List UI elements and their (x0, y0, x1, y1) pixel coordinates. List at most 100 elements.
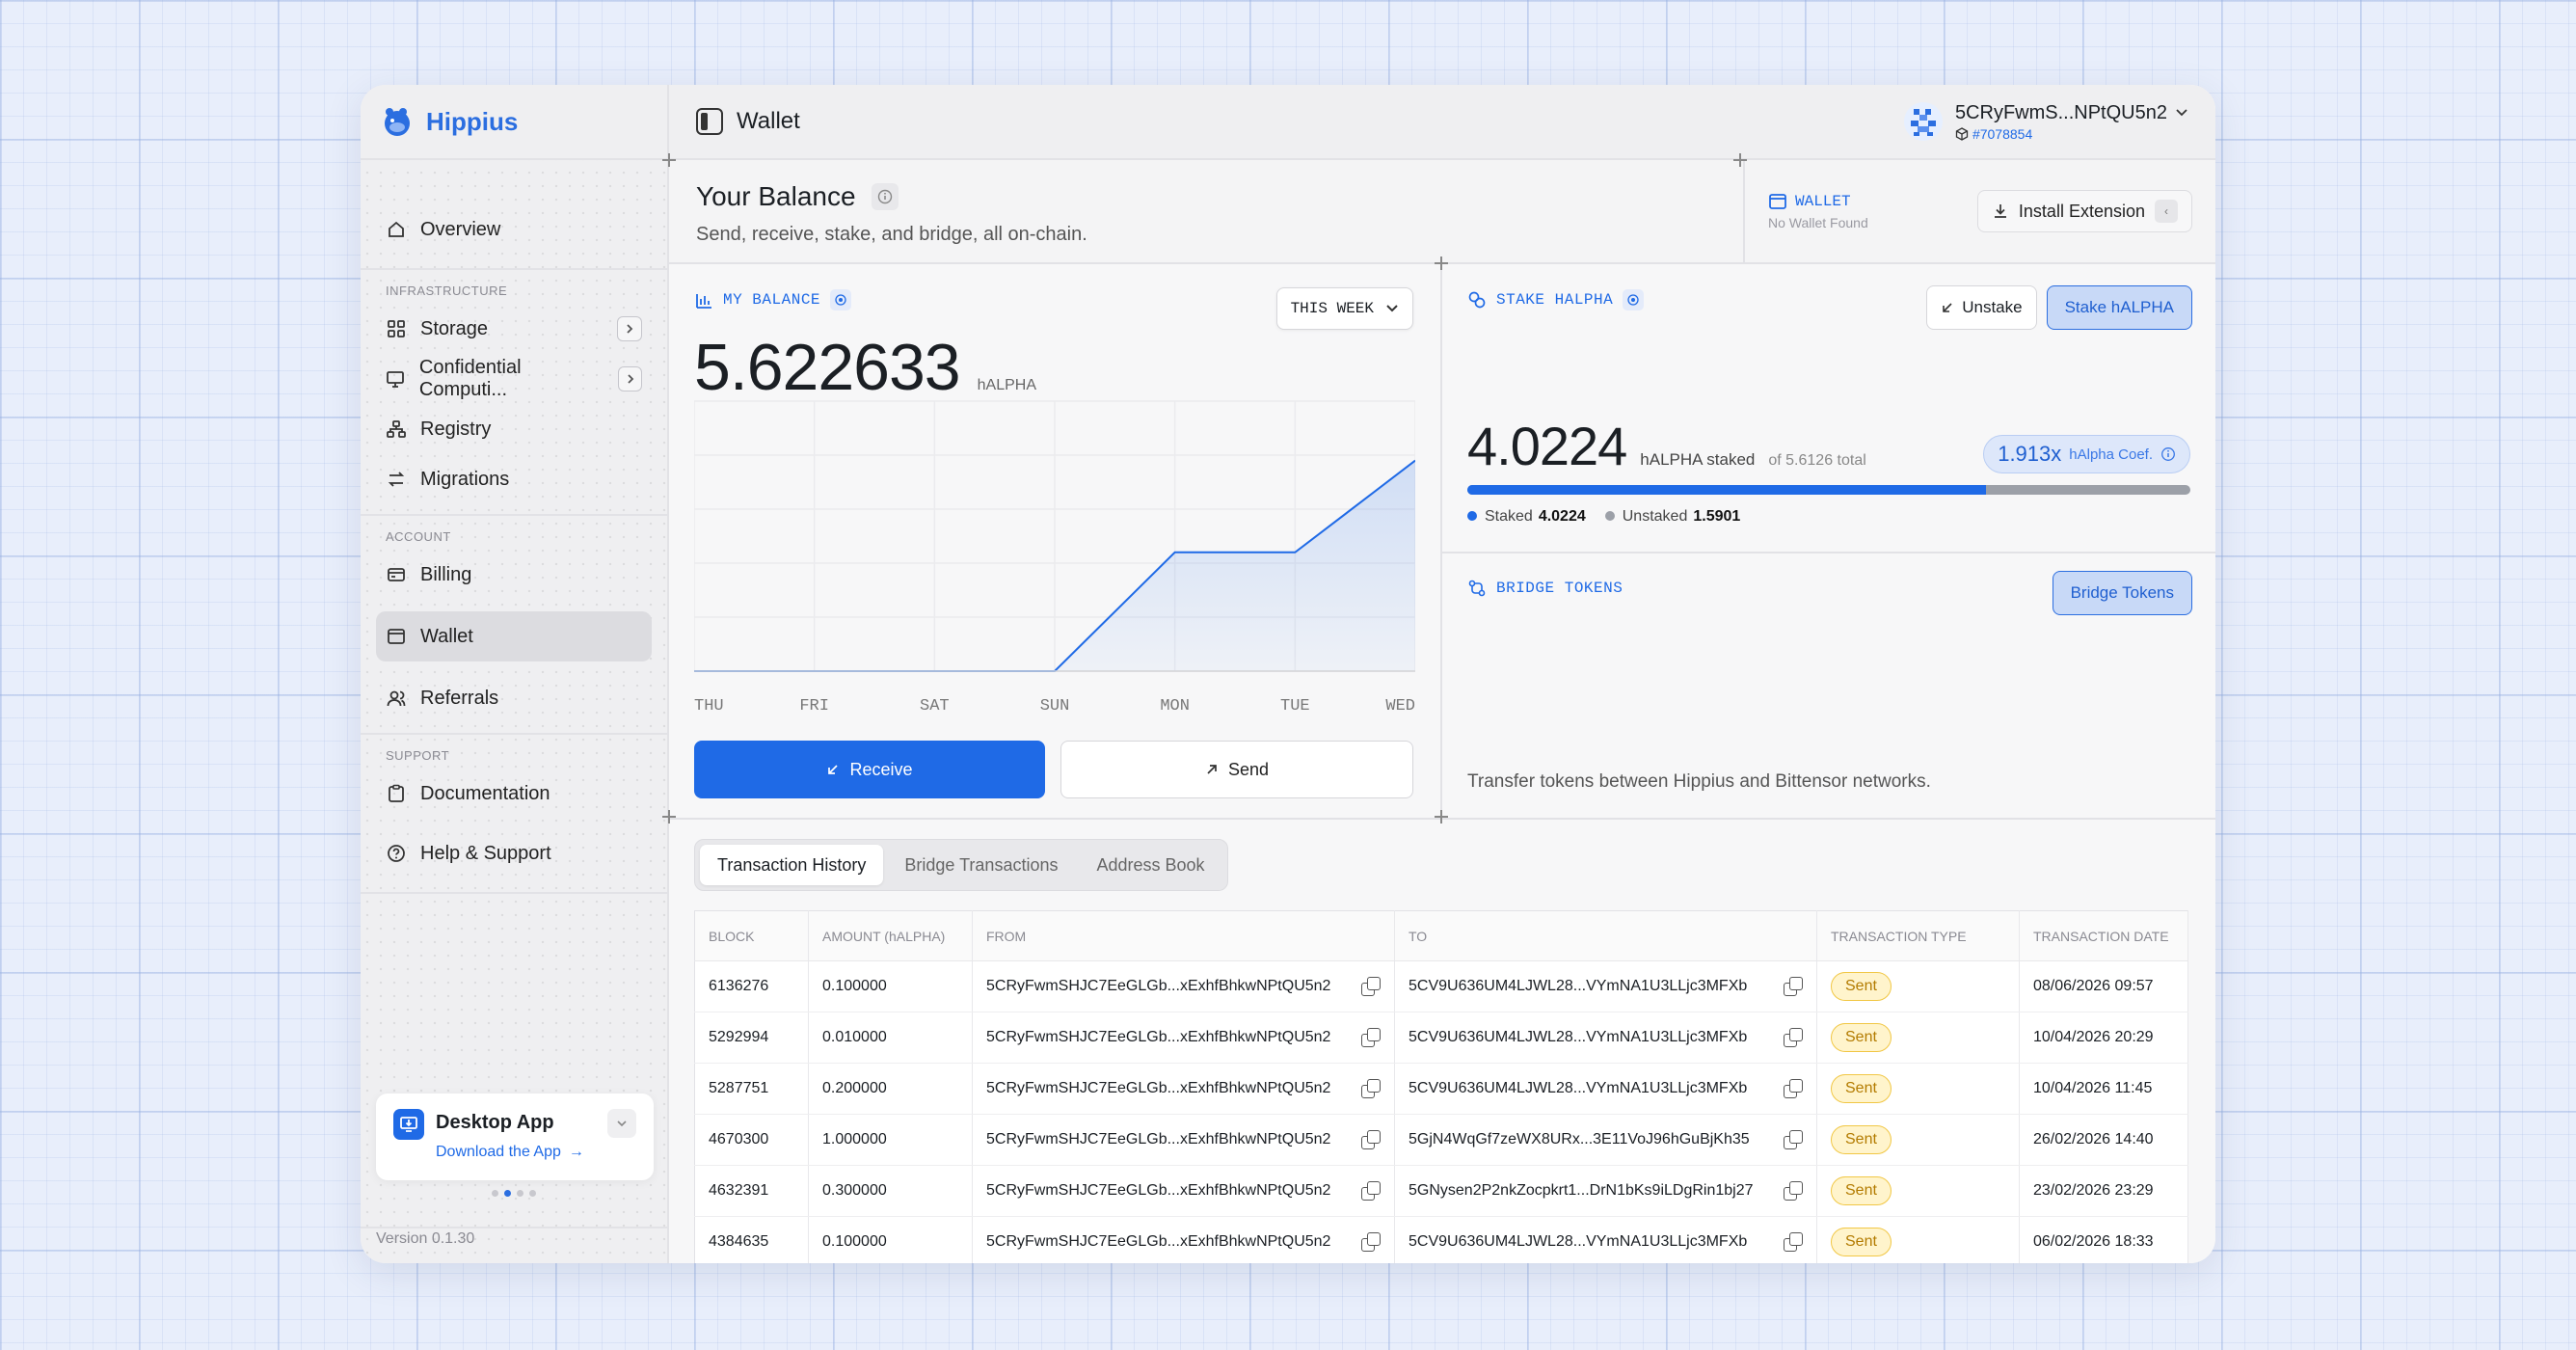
stake-button-label: Stake hALPHA (2064, 298, 2174, 316)
carousel-dot[interactable] (517, 1190, 523, 1197)
copy-icon[interactable] (1361, 1079, 1381, 1098)
chevron-down-icon (1386, 305, 1398, 312)
legend-unstaked-value: 1.5901 (1693, 508, 1741, 525)
copy-icon[interactable] (1361, 1028, 1381, 1047)
sidebar: Hippius Overview INFRASTRUCTURE Storage … (361, 85, 669, 1263)
x-tick-label: SAT (920, 697, 950, 716)
sidebar-item-migrations[interactable]: Migrations (376, 454, 652, 504)
carousel-dot[interactable] (492, 1190, 498, 1197)
copy-icon[interactable] (1784, 977, 1803, 996)
copy-icon[interactable] (1784, 1232, 1803, 1252)
sidebar-item-overview[interactable]: Overview (376, 204, 652, 255)
range-select[interactable]: THIS WEEK (1275, 287, 1413, 330)
account-switcher[interactable]: 5CRyFwmS...NPtQU5n2 #7078854 (1903, 101, 2188, 142)
coef-badge[interactable]: 1.913x hAlpha Coef. (1983, 435, 2190, 473)
column-header[interactable]: TRANSACTION TYPE (1816, 910, 2020, 961)
cell-date: 06/02/2026 18:33 (2019, 1216, 2188, 1263)
chevron-right-icon[interactable] (617, 316, 642, 341)
cell-from: 5CRyFwmSHJC7EeGLGb...xExhfBhkwNPtQU5n2 (972, 1012, 1395, 1064)
collapse-card-button[interactable] (607, 1109, 636, 1138)
wallet-icon (1769, 194, 1786, 209)
cell-type: Sent (1816, 1012, 2020, 1064)
sidebar-item-help-support[interactable]: Help & Support (376, 828, 652, 878)
send-label: Send (1227, 759, 1270, 779)
sidebar-toggle-icon[interactable] (696, 108, 723, 135)
chevron-right-icon[interactable] (618, 366, 642, 392)
sidebar-item-billing[interactable]: Billing (376, 550, 652, 600)
desktop-app-card[interactable]: Desktop App Download the App → (376, 1094, 654, 1180)
wallet-panels: MY BALANCE THIS WEEK 5.622633 hALPHA THU… (669, 264, 2215, 820)
status-badge: Sent (1831, 972, 1892, 1001)
carousel-dot[interactable] (529, 1190, 536, 1197)
network-icon (386, 418, 407, 440)
app-version: Version 0.1.30 (376, 1230, 475, 1247)
table-row[interactable]: 6136276 0.100000 5CRyFwmSHJC7EeGLGb...xExh… (694, 960, 2188, 1012)
copy-icon[interactable] (1361, 1181, 1381, 1201)
info-icon (2161, 447, 2175, 461)
account-address: 5CRyFwmS...NPtQU5n2 (1954, 101, 2167, 123)
table-row[interactable]: 5287751 0.200000 5CRyFwmSHJC7EeGLGb...xExh… (694, 1063, 2188, 1115)
sidebar-item-storage[interactable]: Storage (376, 304, 652, 354)
stake-label-text: STAKE HALPHA (1496, 291, 1614, 309)
tab-transaction-history[interactable]: Transaction History (700, 845, 884, 885)
table-row[interactable]: 4670300 1.000000 5CRyFwmSHJC7EeGLGb...xExh… (694, 1114, 2188, 1166)
column-header[interactable]: AMOUNT (hALPHA) (808, 910, 973, 961)
download-app-link[interactable]: Download the App → (436, 1144, 584, 1161)
wallet-icon (386, 626, 407, 647)
arrow-up-right-icon (1207, 765, 1217, 774)
cell-amount: 0.300000 (808, 1165, 973, 1217)
sidebar-item-documentation[interactable]: Documentation (376, 769, 652, 819)
amount-value: 0.010000 (822, 1029, 887, 1045)
table-row[interactable]: 4632391 0.300000 5CRyFwmSHJC7EeGLGb...xExh… (694, 1165, 2188, 1217)
copy-icon[interactable] (1784, 1079, 1803, 1098)
balance-header: Your Balance Send, receive, stake, and b… (669, 160, 2215, 264)
unstake-button[interactable]: Unstake (1926, 285, 2037, 330)
carousel-dots[interactable] (361, 1190, 667, 1197)
eye-icon[interactable] (830, 289, 852, 310)
copy-icon[interactable] (1361, 1130, 1381, 1149)
sidebar-item-wallet[interactable]: Wallet (376, 611, 652, 662)
send-button[interactable]: Send (1060, 741, 1413, 798)
hippo-logo-icon (385, 108, 410, 136)
from-address: 5CRyFwmSHJC7EeGLGb...xExhfBhkwNPtQU5n2 (986, 1080, 1331, 1096)
section-title: Your Balance (696, 181, 856, 211)
column-header[interactable]: TO (1394, 910, 1817, 961)
install-extension-button[interactable]: Install Extension ‹ (1976, 190, 2192, 232)
info-icon[interactable] (871, 183, 899, 210)
download-app-label: Download the App (436, 1144, 561, 1160)
receive-button[interactable]: Receive (694, 741, 1045, 798)
monitor-icon (386, 368, 406, 390)
bridge-tokens-button[interactable]: Bridge Tokens (2052, 571, 2192, 615)
arrow-down-left-icon (1943, 303, 1952, 312)
copy-icon[interactable] (1784, 1181, 1803, 1201)
column-header[interactable]: BLOCK (694, 910, 809, 961)
cell-from: 5CRyFwmSHJC7EeGLGb...xExhfBhkwNPtQU5n2 (972, 1114, 1395, 1166)
coef-value: 1.913x (1998, 442, 2062, 466)
tab-address-book[interactable]: Address Book (1079, 845, 1221, 885)
table-row[interactable]: 4384635 0.100000 5CRyFwmSHJC7EeGLGb...xExh… (694, 1216, 2188, 1263)
copy-icon[interactable] (1361, 977, 1381, 996)
to-address: 5GNysen2P2nkZocpkrt1...DrN1bKs9iLDgRin1b… (1409, 1182, 1754, 1199)
tab-bridge-transactions[interactable]: Bridge Transactions (887, 845, 1075, 885)
stake-button[interactable]: Stake hALPHA (2046, 285, 2192, 330)
sidebar-item-label: Documentation (420, 782, 550, 804)
copy-icon[interactable] (1361, 1232, 1381, 1252)
brand[interactable]: Hippius (361, 85, 667, 160)
column-header[interactable]: FROM (972, 910, 1395, 961)
carousel-dot-active[interactable] (504, 1190, 511, 1197)
cell-amount: 1.000000 (808, 1114, 973, 1166)
cell-type: Sent (1816, 1063, 2020, 1115)
copy-icon[interactable] (1784, 1130, 1803, 1149)
copy-icon[interactable] (1784, 1028, 1803, 1047)
column-header[interactable]: TRANSACTION DATE (2019, 910, 2188, 961)
sidebar-item-confidential-computing[interactable]: Confidential Computi... (376, 354, 652, 404)
cell-to: 5CV9U636UM4LJWL28...VYmNA1U3LLjc3MFXb (1394, 1063, 1817, 1115)
eye-icon[interactable] (1623, 289, 1645, 310)
account-id: #7078854 (1955, 126, 2188, 142)
transaction-tabs: Transaction History Bridge Transactions … (694, 839, 1228, 891)
stake-amount: 4.0224 hALPHA staked of 5.6126 total 1.9… (1467, 415, 2190, 477)
sidebar-item-registry[interactable]: Registry (376, 404, 652, 454)
table-row[interactable]: 5292994 0.010000 5CRyFwmSHJC7EeGLGb...xExh… (694, 1012, 2188, 1064)
x-tick-label: TUE (1280, 697, 1310, 716)
sidebar-item-referrals[interactable]: Referrals (376, 673, 652, 723)
